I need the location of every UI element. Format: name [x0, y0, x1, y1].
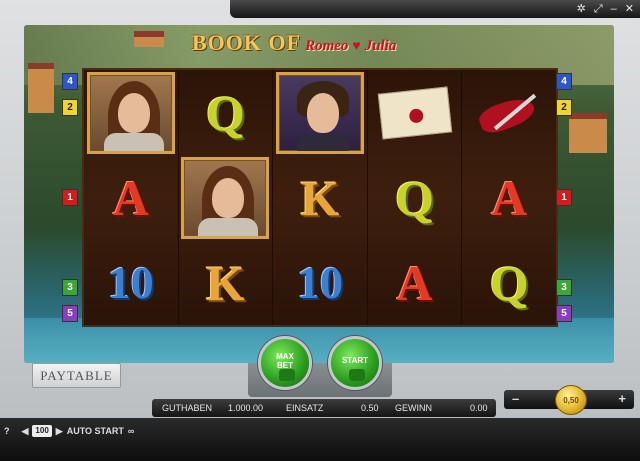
- start-label: START: [341, 356, 369, 365]
- symbol-q: Q: [205, 84, 245, 141]
- reel-cell: K: [179, 240, 273, 325]
- symbol-dagger: [476, 88, 539, 138]
- top-window-bar: ✲ ⤢ – ✕: [230, 0, 640, 18]
- symbol-q: Q: [489, 254, 529, 311]
- reel-cell: [84, 70, 178, 155]
- reel-2: QK: [179, 70, 274, 325]
- game-frame: BOOK OF Romeo ♥ Julia A 10 Q K K 10 Q A A Q 42135…: [24, 25, 614, 363]
- line-marker-4: 4: [62, 73, 78, 90]
- symbol-romeo-portrait: [275, 71, 364, 154]
- reel-cell: K: [273, 155, 367, 240]
- line-marker-3: 3: [556, 279, 572, 296]
- arrow-up-icon: [279, 369, 295, 381]
- symbol-julia-portrait: [86, 71, 175, 154]
- reel-cell: 10: [273, 240, 367, 325]
- logo-romeo: Romeo: [305, 38, 349, 54]
- reel-cell: Q: [368, 155, 462, 240]
- reel-5: AQ: [462, 70, 556, 325]
- reel-cell: Q: [179, 70, 273, 155]
- reel-area: A 10 Q K K 10 Q A A Q: [84, 70, 556, 325]
- symbol-julia-portrait: [181, 156, 270, 239]
- reel-cell: Q: [462, 240, 556, 325]
- loop-icon[interactable]: ∞: [128, 426, 134, 436]
- background-house: [569, 113, 607, 153]
- bottom-bar: ? ◀ 100 ▶ AUTO START ∞: [0, 418, 640, 461]
- autostart-count[interactable]: 100: [32, 425, 52, 437]
- guthaben-value: 1.000.00: [228, 403, 264, 413]
- stake-plus-button[interactable]: +: [618, 391, 626, 406]
- symbol-letter: [377, 85, 452, 140]
- heart-icon: ♥: [352, 37, 361, 53]
- reel-cell: A: [462, 155, 556, 240]
- line-marker-5: 5: [62, 305, 78, 322]
- line-marker-2: 2: [556, 99, 572, 116]
- minimize-icon[interactable]: –: [611, 3, 617, 15]
- arrow-right-icon[interactable]: ▶: [56, 426, 63, 437]
- symbol-10: 10: [296, 256, 343, 308]
- line-marker-5: 5: [556, 305, 572, 322]
- reel-4: QA: [368, 70, 463, 325]
- symbol-k: K: [300, 169, 340, 226]
- symbol-a: A: [112, 169, 149, 226]
- stake-coin[interactable]: 0,50: [555, 385, 587, 415]
- reel-cell: A: [84, 155, 178, 240]
- game-logo: BOOK OF Romeo ♥ Julia: [192, 30, 396, 56]
- line-marker-4: 4: [556, 73, 572, 90]
- symbol-a: A: [491, 169, 528, 226]
- logo-julia: Julia: [364, 38, 397, 54]
- reel-cell: [368, 70, 462, 155]
- start-button[interactable]: START: [328, 336, 382, 390]
- reel-3: K 10: [273, 70, 368, 325]
- guthaben-label: GUTHABEN: [162, 403, 213, 413]
- gewinn-label: GEWINN: [395, 403, 432, 413]
- einsatz-value: 0.50: [361, 403, 379, 413]
- replay-arrow-icon: [349, 369, 365, 381]
- reel-cell: [273, 70, 367, 155]
- reel-cell: [179, 155, 273, 240]
- line-marker-1: 1: [556, 189, 572, 206]
- symbol-k: K: [205, 254, 245, 311]
- line-marker-1: 1: [62, 189, 78, 206]
- paytable-button[interactable]: PAYTABLE: [32, 363, 121, 388]
- expand-icon[interactable]: ⤢: [594, 3, 603, 15]
- help-button[interactable]: ?: [4, 426, 10, 436]
- autostart-controls: ? ◀ 100 ▶ AUTO START ∞: [4, 424, 134, 438]
- logo-title: BOOK OF: [192, 30, 302, 55]
- einsatz-label: EINSATZ: [286, 403, 324, 413]
- background-house: [28, 63, 54, 113]
- reel-cell: [462, 70, 556, 155]
- gewinn-value: 0.00: [470, 403, 488, 413]
- info-bar: GUTHABEN 1.000.00 EINSATZ 0.50 GEWINN 0.…: [152, 399, 496, 417]
- max-bet-button[interactable]: MAX BET: [258, 336, 312, 390]
- symbol-q: Q: [395, 169, 435, 226]
- reel-cell: A: [368, 240, 462, 325]
- gear-icon[interactable]: ✲: [577, 3, 586, 15]
- max-bet-label-1: MAX: [276, 352, 294, 361]
- background-house: [134, 31, 164, 47]
- stake-minus-button[interactable]: –: [512, 391, 519, 406]
- reel-1: A 10: [84, 70, 179, 325]
- symbol-10: 10: [107, 256, 154, 308]
- symbol-a: A: [396, 254, 433, 311]
- line-marker-3: 3: [62, 279, 78, 296]
- reel-cell: 10: [84, 240, 178, 325]
- autostart-button[interactable]: AUTO START: [67, 426, 124, 436]
- close-icon[interactable]: ✕: [625, 3, 634, 15]
- line-marker-2: 2: [62, 99, 78, 116]
- arrow-left-icon[interactable]: ◀: [22, 426, 29, 437]
